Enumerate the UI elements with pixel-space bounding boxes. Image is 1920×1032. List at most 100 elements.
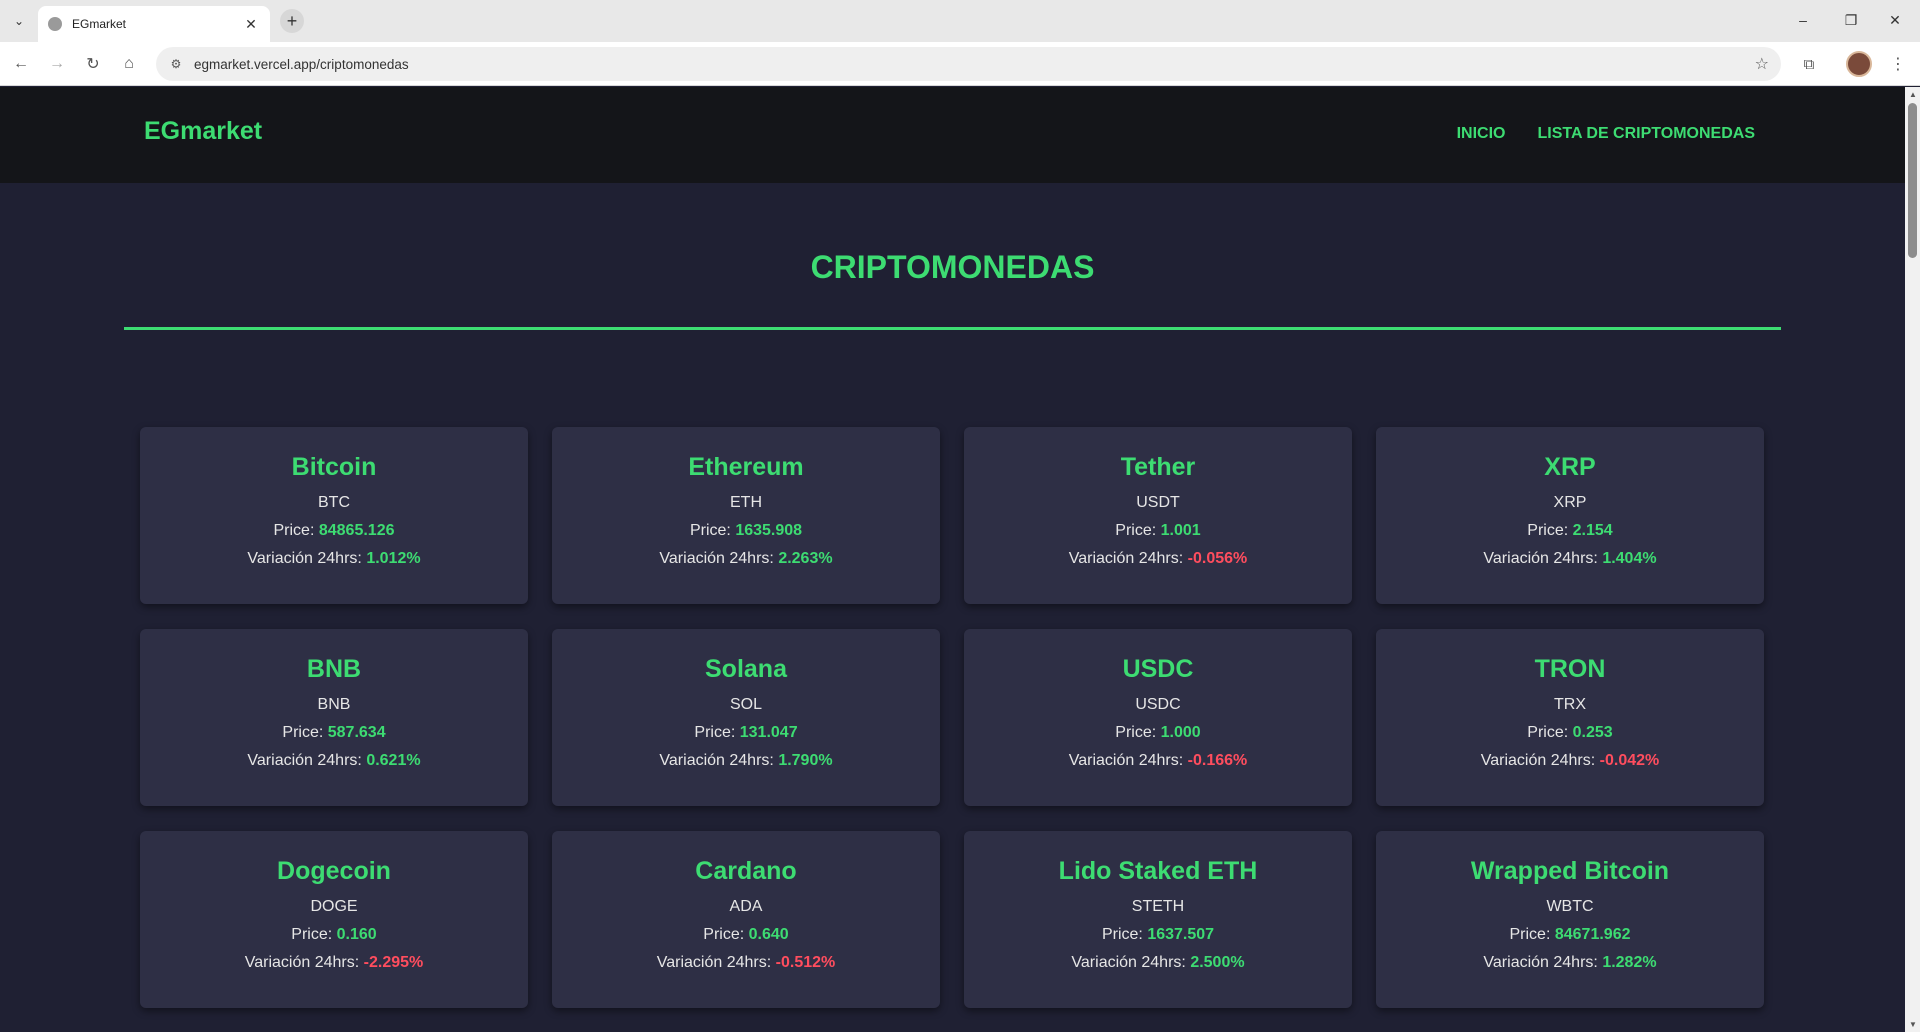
- change-label: Variación 24hrs:: [1068, 752, 1184, 769]
- coin-name: XRP: [1544, 453, 1596, 481]
- coin-card: Lido Staked ETH STETH Price: 1637.507 Varia…: [964, 831, 1352, 1008]
- coin-card: TRON TRX Price: 0.253 Variación 24hrs: -0.0…: [1376, 629, 1764, 806]
- site-settings-icon[interactable]: ⚙: [168, 56, 184, 72]
- profile-avatar[interactable]: [1846, 51, 1872, 77]
- coin-symbol: BNB: [317, 696, 351, 713]
- coin-change: -0.042%: [1599, 752, 1660, 769]
- coin-card: Tether USDT Price: 1.001 Variación 24hrs: -…: [964, 427, 1352, 604]
- close-icon[interactable]: ✕: [242, 16, 260, 33]
- coin-price-line: Price: 131.047: [552, 724, 940, 742]
- coin-price: 1635.908: [735, 522, 803, 539]
- minimize-icon[interactable]: –: [1786, 8, 1820, 32]
- price-label: Price:: [1115, 522, 1157, 539]
- change-label: Variación 24hrs:: [659, 550, 774, 567]
- coin-name: Solana: [705, 655, 787, 683]
- coin-card: Wrapped Bitcoin WBTC Price: 84671.962 Varia…: [1376, 831, 1764, 1008]
- scroll-up-arrow-icon[interactable]: ▲: [1909, 90, 1917, 99]
- browser-tab[interactable]: EGmarket ✕: [38, 6, 270, 42]
- restore-icon[interactable]: ❐: [1834, 8, 1868, 32]
- price-label: Price:: [282, 724, 324, 741]
- coin-change: -0.056%: [1187, 550, 1248, 567]
- coin-price: 0.253: [1572, 724, 1613, 741]
- coin-name: USDC: [1122, 655, 1194, 683]
- home-icon[interactable]: ⌂: [116, 51, 142, 77]
- change-label: Variación 24hrs:: [247, 550, 362, 567]
- nav-link-inicio[interactable]: INICIO: [1457, 125, 1506, 143]
- url-text[interactable]: egmarket.vercel.app/criptomonedas: [194, 57, 1755, 72]
- more-menu-icon[interactable]: ⋮: [1888, 52, 1908, 76]
- coin-change: 1.282%: [1602, 954, 1657, 971]
- forward-arrow-icon[interactable]: →: [44, 51, 70, 77]
- tab-search-chevron-icon[interactable]: ⌄: [8, 10, 30, 32]
- globe-icon: [48, 17, 62, 31]
- coin-change-line: Variación 24hrs: -2.295%: [140, 954, 528, 972]
- new-tab-plus-icon[interactable]: +: [280, 9, 304, 33]
- brand-logo[interactable]: EGmarket: [144, 117, 262, 146]
- coin-change: 1.404%: [1602, 550, 1657, 567]
- change-label: Variación 24hrs:: [1483, 954, 1598, 971]
- reload-icon[interactable]: ↻: [80, 51, 106, 77]
- coin-card: USDC USDC Price: 1.000 Variación 24hrs: -0.…: [964, 629, 1352, 806]
- coin-change: 2.500%: [1190, 954, 1245, 971]
- coin-price: 84671.962: [1554, 926, 1631, 943]
- tab-title: EGmarket: [72, 17, 127, 31]
- change-label: Variación 24hrs:: [659, 752, 774, 769]
- coin-symbol: ADA: [729, 898, 763, 915]
- page-title: CRIPTOMONEDAS: [810, 249, 1095, 285]
- coin-symbol: BTC: [318, 494, 350, 511]
- coin-price-line: Price: 84671.962: [1376, 926, 1764, 944]
- page-viewport: EGmarket INICIO LISTA DE CRIPTOMONEDAS C…: [0, 87, 1905, 1032]
- coin-change: 0.621%: [366, 752, 421, 769]
- coin-price: 1.000: [1160, 724, 1201, 741]
- extensions-puzzle-icon[interactable]: ⧉: [1797, 52, 1821, 76]
- price-label: Price:: [1527, 522, 1569, 539]
- coin-change-line: Variación 24hrs: -0.512%: [552, 954, 940, 972]
- address-bar[interactable]: ⚙ egmarket.vercel.app/criptomonedas ☆: [156, 47, 1781, 81]
- coin-name: Tether: [1120, 453, 1196, 481]
- back-arrow-icon[interactable]: ←: [8, 51, 34, 77]
- coin-change: -2.295%: [363, 954, 424, 971]
- coin-price-line: Price: 1.001: [964, 522, 1352, 540]
- coin-name: TRON: [1534, 655, 1606, 683]
- scrollbar-thumb[interactable]: [1908, 103, 1917, 258]
- coin-price-line: Price: 2.154: [1376, 522, 1764, 540]
- coin-card: Cardano ADA Price: 0.640 Variación 24hrs: -…: [552, 831, 940, 1008]
- change-label: Variación 24hrs:: [244, 954, 360, 971]
- coin-price: 587.634: [327, 724, 386, 741]
- coin-symbol: XRP: [1553, 494, 1587, 511]
- coin-change-line: Variación 24hrs: 0.621%: [140, 752, 528, 770]
- window-close-icon[interactable]: ✕: [1878, 8, 1912, 32]
- coin-symbol: ETH: [730, 494, 762, 511]
- price-label: Price:: [1509, 926, 1551, 943]
- coin-symbol: USDC: [1135, 696, 1181, 713]
- coin-symbol: USDT: [1136, 494, 1180, 511]
- coin-change-line: Variación 24hrs: -0.042%: [1376, 752, 1764, 770]
- coin-change-line: Variación 24hrs: 2.263%: [552, 550, 940, 568]
- bookmark-star-icon[interactable]: ☆: [1755, 54, 1769, 74]
- coin-name: Cardano: [695, 857, 797, 885]
- coin-price-line: Price: 1637.507: [964, 926, 1352, 944]
- nav-link-lista-criptomonedas[interactable]: LISTA DE CRIPTOMONEDAS: [1538, 125, 1756, 143]
- coin-card: BNB BNB Price: 587.634 Variación 24hrs: 0.6…: [140, 629, 528, 806]
- coin-card: Bitcoin BTC Price: 84865.126 Variación 24hr…: [140, 427, 528, 604]
- coin-card: Ethereum ETH Price: 1635.908 Variación 24hr…: [552, 427, 940, 604]
- coin-price-line: Price: 587.634: [140, 724, 528, 742]
- coin-change: -0.512%: [775, 954, 836, 971]
- coin-change: 2.263%: [778, 550, 833, 567]
- coin-name: Wrapped Bitcoin: [1470, 857, 1670, 885]
- coin-symbol: WBTC: [1546, 898, 1594, 915]
- coin-change-line: Variación 24hrs: 1.012%: [140, 550, 528, 568]
- browser-tab-bar: ⌄ EGmarket ✕ + – ❐ ✕: [0, 0, 1920, 42]
- coin-change: 1.012%: [366, 550, 421, 567]
- price-label: Price:: [291, 926, 333, 943]
- scroll-down-arrow-icon[interactable]: ▼: [1909, 1020, 1917, 1029]
- coin-change-line: Variación 24hrs: 1.790%: [552, 752, 940, 770]
- page-scrollbar[interactable]: ▲ ▼: [1905, 87, 1920, 1032]
- coin-card: Dogecoin DOGE Price: 0.160 Variación 24hrs:…: [140, 831, 528, 1008]
- coin-symbol: TRX: [1554, 696, 1586, 713]
- coin-price-line: Price: 0.160: [140, 926, 528, 944]
- main-nav: INICIO LISTA DE CRIPTOMONEDAS: [1457, 125, 1755, 143]
- change-label: Variación 24hrs:: [247, 752, 362, 769]
- price-label: Price:: [1101, 926, 1143, 943]
- coin-name: Ethereum: [688, 453, 804, 481]
